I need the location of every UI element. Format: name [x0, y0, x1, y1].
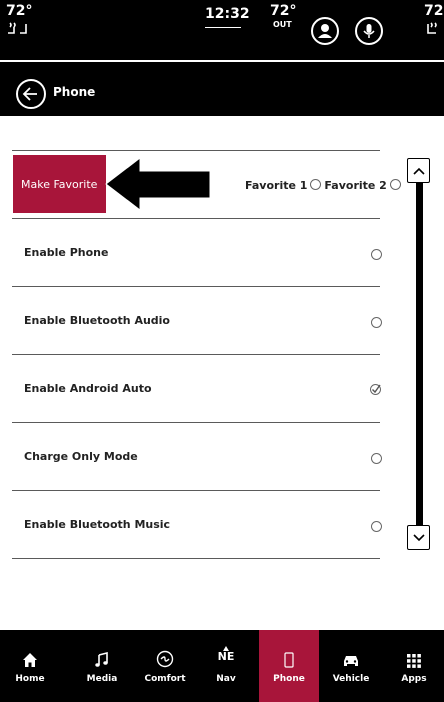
nav-apps[interactable]: Apps — [384, 630, 444, 702]
nav-comfort[interactable]: Comfort — [135, 630, 195, 702]
favorite-1-radio[interactable] — [310, 179, 322, 190]
outside-label: OUT — [273, 20, 292, 29]
enable-bluetooth-audio-radio[interactable] — [371, 317, 382, 328]
microphone-icon — [363, 24, 375, 38]
back-button[interactable] — [16, 79, 46, 109]
profile-button[interactable] — [311, 17, 339, 45]
nav-nav-label: Nav — [216, 674, 236, 684]
row-charge-only-mode[interactable]: Charge Only Mode — [24, 450, 138, 463]
row-enable-bluetooth-music[interactable]: Enable Bluetooth Music — [24, 518, 170, 531]
bottom-nav: Home Media Comfort NE Nav Phone Vehicle … — [0, 630, 444, 702]
divider — [12, 490, 380, 491]
car-icon — [344, 656, 358, 666]
clock-underline — [205, 27, 241, 28]
nav-media[interactable]: Media — [72, 630, 132, 702]
profile-icon — [318, 24, 332, 38]
heated-seat-left-icon[interactable] — [6, 20, 28, 39]
nav-media-label: Media — [86, 674, 118, 684]
nav-vehicle-label: Vehicle — [332, 674, 370, 684]
status-bar: 72° 12:32 72° OUT 72° — [0, 0, 444, 60]
pointer-arrow-icon — [105, 156, 211, 212]
divider — [12, 422, 380, 423]
checked-radio-icon — [370, 384, 381, 395]
nav-home-label: Home — [15, 674, 45, 684]
row-enable-phone[interactable]: Enable Phone — [24, 246, 108, 259]
nav-phone[interactable]: Phone — [259, 630, 319, 702]
driver-temperature[interactable]: 72° — [6, 4, 32, 18]
divider — [12, 150, 380, 151]
favorite-1-label: Favorite 1 — [245, 179, 308, 192]
nav-home[interactable]: Home — [0, 630, 60, 702]
nav-comfort-label: Comfort — [144, 674, 186, 684]
phone-icon — [284, 652, 294, 668]
passenger-temperature[interactable]: 72° — [424, 4, 444, 18]
nav-vehicle[interactable]: Vehicle — [321, 630, 381, 702]
nav-phone-label: Phone — [273, 674, 305, 684]
scroll-down-button[interactable] — [407, 525, 430, 550]
arrow-left-icon — [22, 87, 37, 101]
page-header: Phone — [0, 62, 444, 116]
compass-heading: NE — [217, 649, 235, 663]
divider — [12, 218, 380, 219]
chevron-up-icon — [412, 167, 425, 175]
page-title: Phone — [53, 85, 96, 99]
divider — [12, 286, 380, 287]
make-favorite-button[interactable]: Make Favorite — [13, 155, 106, 213]
scrollbar-track[interactable] — [416, 175, 423, 535]
favorite-options: Favorite 1 Favorite 2 — [245, 178, 404, 192]
nav-apps-label: Apps — [401, 674, 427, 684]
row-enable-bluetooth-audio[interactable]: Enable Bluetooth Audio — [24, 314, 170, 327]
enable-bluetooth-music-radio[interactable] — [371, 521, 382, 532]
nav-nav[interactable]: NE Nav — [196, 630, 256, 702]
clock: 12:32 — [205, 6, 250, 22]
enable-android-auto-check[interactable] — [369, 381, 382, 400]
make-favorite-label: Make Favorite — [21, 177, 98, 191]
outside-temperature: 72° — [270, 3, 297, 19]
row-enable-android-auto[interactable]: Enable Android Auto — [24, 382, 152, 395]
music-note-icon — [95, 652, 108, 667]
favorite-2-radio[interactable] — [389, 179, 401, 190]
voice-button[interactable] — [355, 17, 383, 45]
enable-phone-radio[interactable] — [371, 249, 382, 260]
heated-seat-right-icon[interactable] — [426, 20, 442, 39]
scroll-up-button[interactable] — [407, 158, 430, 183]
divider — [12, 558, 380, 559]
favorite-2-label: Favorite 2 — [324, 179, 387, 192]
chevron-down-icon — [412, 533, 425, 541]
grid-icon — [407, 654, 421, 668]
comfort-icon — [156, 650, 174, 668]
home-icon — [23, 653, 37, 667]
divider — [12, 354, 380, 355]
charge-only-mode-radio[interactable] — [371, 453, 382, 464]
